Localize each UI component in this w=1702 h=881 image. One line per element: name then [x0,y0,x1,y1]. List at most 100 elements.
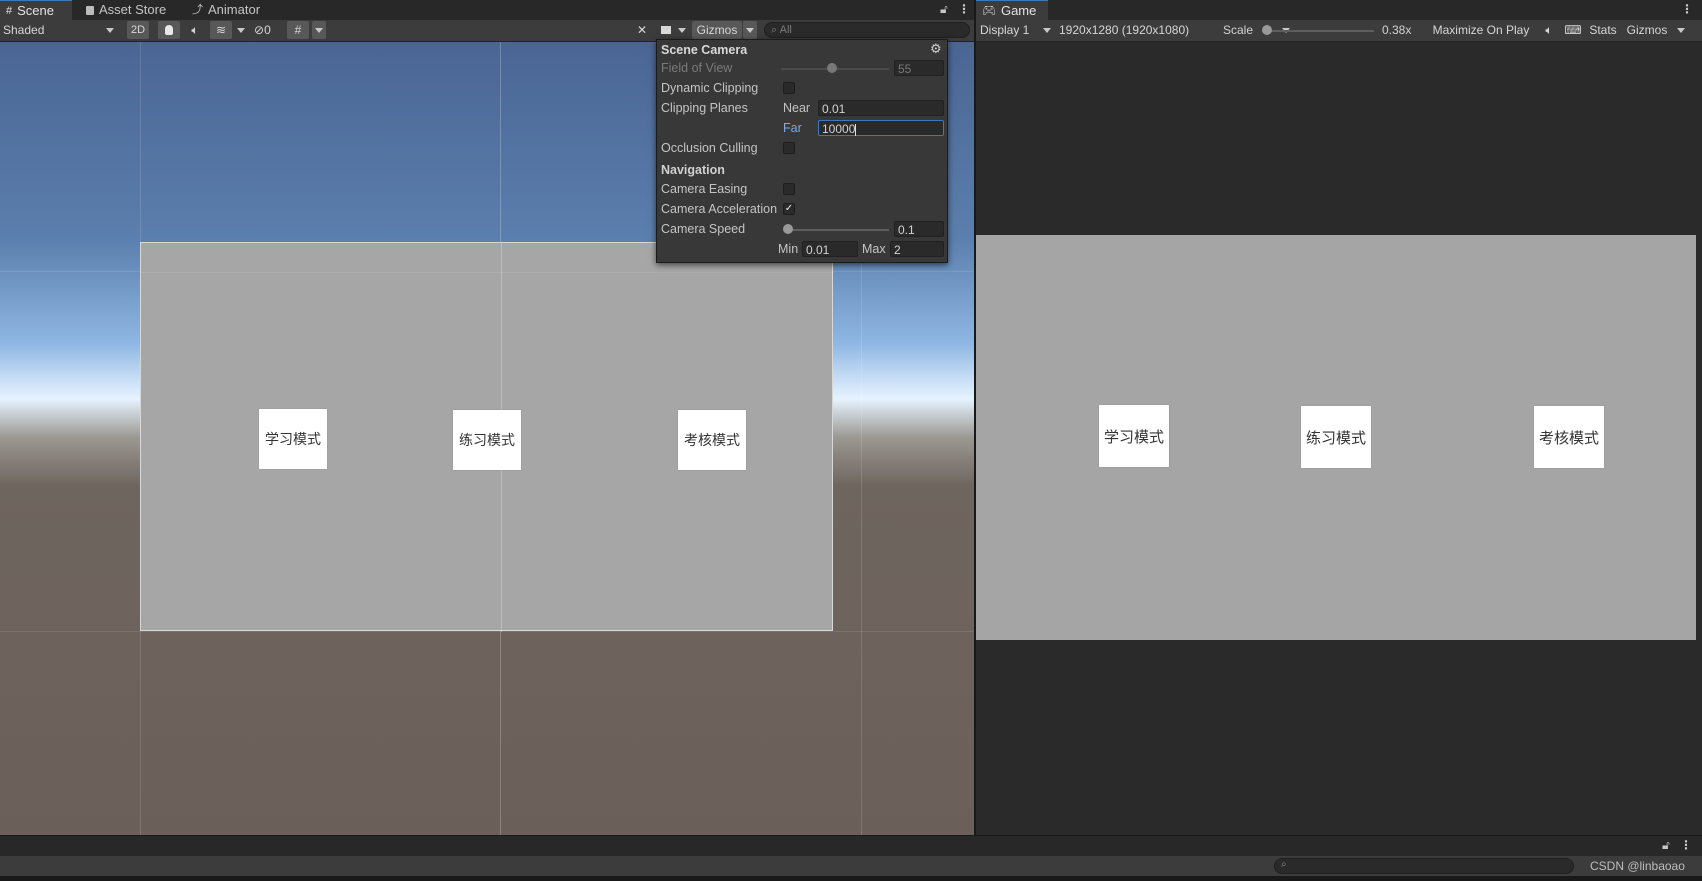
ui-canvas-rect[interactable]: 学习模式 练习模式 考核模式 [140,242,834,632]
game-learn-mode-button[interactable]: 学习模式 [1099,405,1169,467]
stats-label: Stats [1589,23,1617,37]
watermark: CSDN @linbaoao [1590,859,1685,873]
audio-toggle[interactable]: 🔈︎ [184,21,206,39]
game-tab-bar: 🎮︎ Game ⋮ [976,0,1702,20]
gizmos-button[interactable]: Gizmos [692,21,742,39]
toggle-2d-button[interactable]: 2D [127,21,149,39]
tab-animator-label: Animator [208,2,261,17]
stats-toggle[interactable]: Stats [1586,21,1620,39]
max-field[interactable]: 2 [890,241,944,257]
far-label: Far [783,121,802,135]
scene-visibility-toggle[interactable]: ⊘0 [254,21,282,39]
min-label: Min [778,242,799,256]
display-dropdown[interactable]: Display 1 [976,21,1052,39]
tab-scene[interactable]: # Scene [0,0,72,20]
toggle-2d-label: 2D [130,24,146,36]
scene-tab-bar: # Scene Asset Store ⤴ Animator 🔓︎ ⋮ [0,0,974,20]
resolution-dropdown[interactable]: 1920x1280 (1920x1080) [1056,21,1292,39]
dynamic-clipping-checkbox[interactable] [783,82,795,94]
effects-dropdown[interactable] [234,21,248,39]
scene-camera-popup: Scene Camera ⚙ Field of View 55 Dynamic … [656,39,948,263]
scale-slider-track[interactable] [1262,30,1374,32]
animator-icon: ⤴ [192,4,203,16]
dynamic-clipping-label: Dynamic Clipping [661,81,759,95]
exam-mode-button[interactable]: 考核模式 [678,410,746,470]
near-label: Near [783,101,811,115]
game-exam-mode-button[interactable]: 考核模式 [1534,406,1604,468]
bag-icon [86,5,94,15]
lock-icon[interactable]: 🔓︎ [940,0,948,18]
search-icon: ⌕ [771,24,778,36]
game-practice-mode-label: 练习模式 [1305,429,1366,447]
camera-speed-field[interactable]: 0.1 [894,221,944,237]
more-menu-icon[interactable]: ⋮ [958,0,970,18]
chevron-down-icon [106,28,114,33]
tab-asset-store[interactable]: Asset Store [80,0,172,20]
tab-game-label: Game [1000,2,1037,18]
chevron-down-icon [315,28,323,33]
scale-slider-knob[interactable] [1262,25,1272,35]
game-canvas: 学习模式 练习模式 考核模式 [976,235,1696,640]
min-field[interactable]: 0.01 [802,241,858,257]
game-practice-mode-button[interactable]: 练习模式 [1301,406,1371,468]
game-gizmos-dropdown[interactable] [1674,21,1688,39]
far-value: 10000 [822,122,856,136]
game-learn-mode-label: 学习模式 [1103,428,1164,446]
effects-toggle[interactable]: ≋ [210,21,232,39]
camera-speed-slider-knob[interactable] [783,224,793,234]
near-field[interactable]: 0.01 [818,100,944,116]
search-icon: ⌕ [1281,859,1287,870]
occlusion-culling-checkbox[interactable] [783,142,795,154]
game-gizmos-label: Gizmos [1626,23,1668,37]
learn-mode-label: 学习模式 [265,431,321,447]
display-label: Display 1 [980,23,1030,37]
maximize-on-play-toggle[interactable]: Maximize On Play [1426,21,1536,39]
clipping-planes-label: Clipping Planes [661,101,748,115]
field-of-view-slider-knob [827,63,837,73]
hidden-eye-icon: ⊘ [254,23,265,37]
text-cursor [855,123,857,136]
scene-search-input[interactable]: ⌕ All [764,22,970,38]
chevron-down-icon [237,28,245,33]
gear-icon[interactable]: ⚙ [930,41,942,57]
game-gizmos-button[interactable]: Gizmos [1622,21,1672,39]
camera-icon [661,26,671,34]
learn-mode-button[interactable]: 学习模式 [259,409,327,469]
scale-label: Scale [1223,23,1254,37]
chevron-down-icon [678,28,686,33]
max-label: Max [862,242,886,256]
effects-icon: ≋ [215,23,227,37]
lock-icon[interactable]: 🔓︎ [1662,836,1670,854]
mute-audio-toggle[interactable]: 🔈︎ [1539,21,1559,39]
gizmos-dropdown[interactable] [743,21,757,39]
draw-mode-dropdown[interactable]: Shaded [0,21,118,39]
lightbulb-icon [165,25,173,35]
grid-dropdown[interactable] [312,21,326,39]
grid-icon: # [294,23,302,37]
more-menu-icon[interactable]: ⋮ [1680,836,1692,854]
maximize-on-play-label: Maximize On Play [1432,23,1530,37]
lighting-toggle[interactable] [158,21,180,39]
tab-game[interactable]: 🎮︎ Game [976,0,1048,20]
occlusion-culling-label: Occlusion Culling [661,141,758,155]
chevron-down-icon [746,28,754,33]
checkmark-icon: ✓ [784,203,794,214]
game-exam-mode-label: 考核模式 [1538,429,1599,447]
console-search-input[interactable]: ⌕ [1274,858,1574,874]
camera-easing-checkbox[interactable] [783,183,795,195]
camera-acceleration-checkbox[interactable]: ✓ [783,203,795,215]
camera-easing-label: Camera Easing [661,182,748,196]
scene-camera-button[interactable] [658,21,688,39]
shortcuts-toggle[interactable]: ⌨ [1563,21,1583,39]
more-menu-icon[interactable]: ⋮ [1681,0,1693,18]
grid-icon: # [6,4,13,17]
grid-toggle[interactable]: # [287,21,309,39]
tools-button[interactable]: ✕ [631,21,653,39]
practice-mode-button[interactable]: 练习模式 [453,410,521,470]
grid-line [141,272,834,273]
popup-title: Scene Camera [661,43,748,57]
camera-speed-slider-track[interactable] [783,229,889,231]
camera-speed-label: Camera Speed [661,222,746,236]
far-field[interactable]: 10000 [818,120,944,136]
tab-animator[interactable]: ⤴ Animator [186,0,266,20]
